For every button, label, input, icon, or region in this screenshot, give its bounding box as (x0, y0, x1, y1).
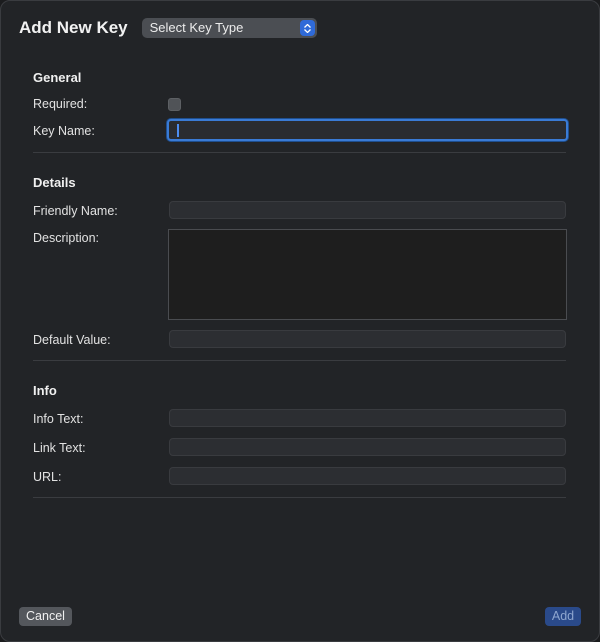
friendly-name-input[interactable] (169, 201, 566, 219)
link-text-input[interactable] (169, 438, 566, 456)
text-caret (177, 124, 179, 137)
chevron-up-down-icon (299, 20, 315, 36)
key-name-input[interactable] (167, 119, 568, 141)
description-textarea[interactable] (168, 229, 567, 320)
add-button[interactable]: Add (545, 607, 581, 626)
url-label: URL: (33, 470, 62, 484)
dialog-title: Add New Key (19, 18, 128, 37)
divider (33, 152, 566, 153)
url-input[interactable] (169, 467, 566, 485)
info-text-label: Info Text: (33, 412, 84, 426)
default-value-input[interactable] (169, 330, 566, 348)
dialog-header: Add New Key Select Key Type (19, 15, 317, 41)
section-general-title: General (33, 70, 82, 85)
add-key-dialog: Add New Key Select Key Type General Requ… (0, 0, 600, 642)
required-label: Required: (33, 97, 88, 111)
section-info-title: Info (33, 383, 57, 398)
default-value-label: Default Value: (33, 333, 111, 347)
cancel-button[interactable]: Cancel (19, 607, 72, 626)
divider (33, 497, 566, 498)
required-checkbox[interactable] (168, 98, 181, 111)
info-text-input[interactable] (169, 409, 566, 427)
section-details-title: Details (33, 175, 76, 190)
key-type-select[interactable]: Select Key Type (141, 18, 317, 38)
description-label: Description: (33, 231, 99, 245)
key-type-select-value: Select Key Type (149, 20, 244, 35)
friendly-name-label: Friendly Name: (33, 204, 118, 218)
divider (33, 360, 566, 361)
link-text-label: Link Text: (33, 441, 86, 455)
key-name-label: Key Name: (33, 124, 95, 138)
